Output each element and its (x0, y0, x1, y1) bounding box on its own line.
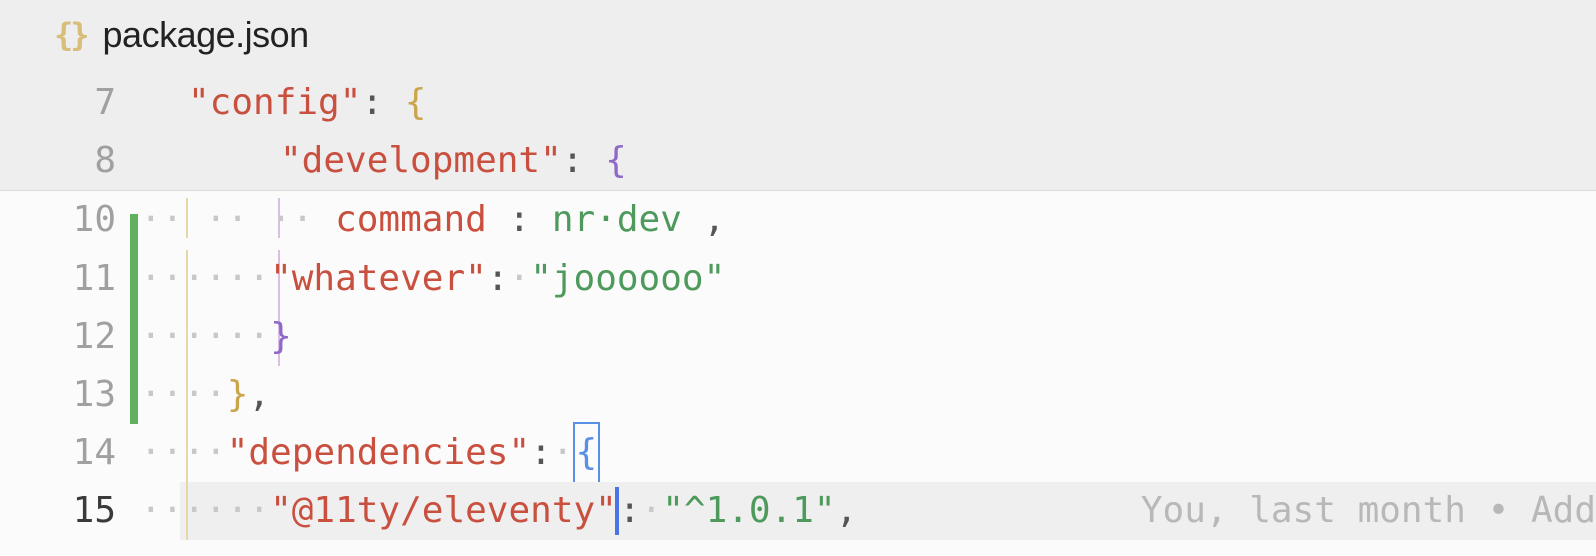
whitespace: ···· (140, 250, 227, 308)
line-number: 10 (0, 191, 130, 249)
git-blame-annotation[interactable]: You, last month • Add (1141, 482, 1596, 540)
colon: : (562, 132, 605, 190)
code-line-12[interactable]: 12 ···· ·· } (0, 308, 1596, 366)
code-content: "development" : { (140, 132, 627, 190)
code-content: ···· ·· "@11ty/eleventy" : · "^1.0.1" , (140, 482, 857, 540)
code-content: "config" : { (140, 74, 426, 132)
json-key: "config" (188, 74, 361, 132)
colon: : (619, 482, 641, 540)
tab-bar: {} package.json (0, 0, 1596, 74)
code-content: ···· ·· "whatever" : · "joooooo" (140, 250, 725, 308)
whitespace: ···· (140, 424, 227, 482)
whitespace: ·· (227, 250, 270, 308)
colon: : (487, 250, 509, 308)
whitespace: ·· (227, 308, 270, 366)
open-brace: { (405, 74, 427, 132)
comma: , (836, 482, 858, 540)
open-brace: { (605, 132, 627, 190)
colon: : (361, 74, 404, 132)
json-key-fragment: command (335, 191, 487, 249)
trailing: , (682, 191, 725, 249)
code-content: ···· ·· } (140, 308, 292, 366)
sticky-line-7[interactable]: 7 "config" : { (0, 74, 1596, 132)
whitespace: ·· ·· ·· (140, 191, 335, 249)
diff-indicator-added (130, 308, 138, 366)
line-number-active: 15 (0, 482, 130, 540)
braces-icon: {} (54, 16, 87, 54)
colon: : (530, 424, 552, 482)
diff-indicator-added (130, 250, 138, 308)
code-content: ·· ·· ·· command : nr·dev , (140, 191, 725, 249)
line-number: 14 (0, 424, 130, 482)
close-brace: } (270, 308, 292, 366)
sticky-line-8[interactable]: 8 "development" : { (0, 132, 1596, 190)
code-line-11[interactable]: 11 ···· ·· "whatever" : · "joooooo" (0, 250, 1596, 308)
json-key: "@11ty/eleventy" (270, 482, 617, 540)
diff-indicator (130, 74, 138, 132)
diff-indicator (130, 482, 138, 540)
diff-indicator (130, 132, 138, 190)
json-string-fragment: nr·dev (552, 191, 682, 249)
sticky-context: 7 "config" : { 8 "development" : { (0, 74, 1596, 190)
diff-indicator-added (130, 366, 138, 424)
code-line-10[interactable]: 10 ·· ·· ·· command : nr·dev , (0, 210, 1596, 250)
diff-indicator (130, 424, 138, 482)
close-brace: } (227, 366, 249, 424)
whitespace: ···· (140, 308, 227, 366)
json-key: "development" (280, 132, 562, 190)
whitespace: · (641, 482, 663, 540)
comma: , (248, 366, 270, 424)
code-content: ···· } , (140, 366, 270, 424)
whitespace: · (552, 424, 574, 482)
line-number: 11 (0, 250, 130, 308)
sticky-header: {} package.json 7 "config" : { 8 "develo… (0, 0, 1596, 191)
open-brace-matched: { (573, 422, 601, 484)
whitespace: ···· (140, 482, 227, 540)
whitespace: ···· (140, 366, 227, 424)
diff-indicator-added (130, 214, 138, 250)
code-line-15-active[interactable]: 15 ···· ·· "@11ty/eleventy" : · "^1.0.1"… (0, 482, 1596, 540)
whitespace: ·· (227, 482, 270, 540)
line-number: 8 (0, 132, 130, 190)
json-key: "dependencies" (227, 424, 530, 482)
line-number: 7 (0, 74, 130, 132)
line-number: 12 (0, 308, 130, 366)
json-string: "joooooo" (530, 250, 725, 308)
colon: : (487, 191, 552, 249)
text-cursor (615, 487, 619, 535)
json-string: "^1.0.1" (662, 482, 835, 540)
json-key: "whatever" (270, 250, 487, 308)
code-content: ···· "dependencies" : · { (140, 422, 599, 484)
tab-filename[interactable]: package.json (103, 14, 309, 56)
whitespace: · (509, 250, 531, 308)
code-line-13[interactable]: 13 ···· } , (0, 366, 1596, 424)
code-line-14[interactable]: 14 ···· "dependencies" : · { (0, 424, 1596, 482)
line-number: 13 (0, 366, 130, 424)
